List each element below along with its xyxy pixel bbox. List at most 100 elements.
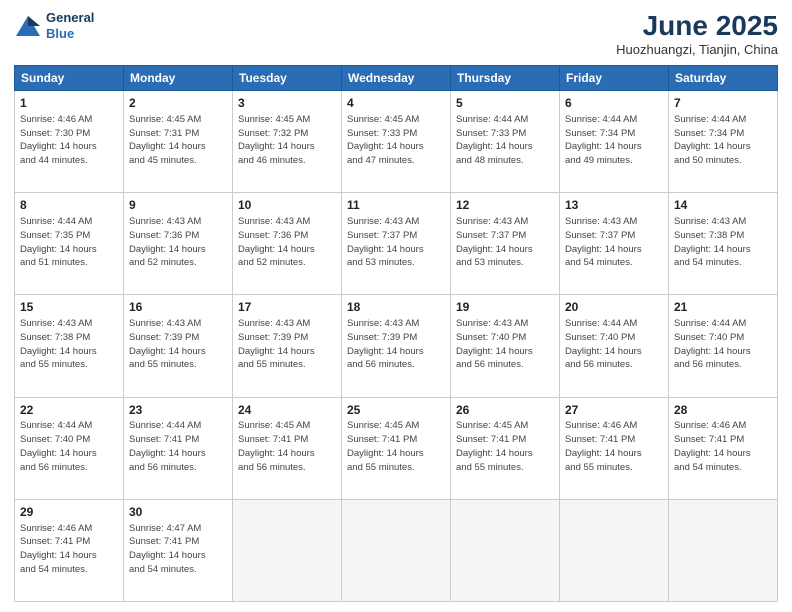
day-number: 18 [347,299,445,316]
day-number: 28 [674,402,772,419]
day-number: 16 [129,299,227,316]
calendar-cell [669,499,778,601]
col-header-thursday: Thursday [451,66,560,91]
day-info: Sunrise: 4:45 AM Sunset: 7:33 PM Dayligh… [347,113,445,168]
calendar-cell: 27Sunrise: 4:46 AM Sunset: 7:41 PM Dayli… [560,397,669,499]
day-number: 10 [238,197,336,214]
day-info: Sunrise: 4:45 AM Sunset: 7:32 PM Dayligh… [238,113,336,168]
day-info: Sunrise: 4:44 AM Sunset: 7:40 PM Dayligh… [674,317,772,372]
day-number: 6 [565,95,663,112]
logo-line2: Blue [46,26,94,42]
day-number: 30 [129,504,227,521]
calendar-body: 1Sunrise: 4:46 AM Sunset: 7:30 PM Daylig… [15,91,778,602]
col-header-sunday: Sunday [15,66,124,91]
calendar-cell: 15Sunrise: 4:43 AM Sunset: 7:38 PM Dayli… [15,295,124,397]
day-info: Sunrise: 4:43 AM Sunset: 7:38 PM Dayligh… [20,317,118,372]
day-number: 5 [456,95,554,112]
day-info: Sunrise: 4:46 AM Sunset: 7:41 PM Dayligh… [20,522,118,577]
day-number: 26 [456,402,554,419]
calendar-cell: 6Sunrise: 4:44 AM Sunset: 7:34 PM Daylig… [560,91,669,193]
day-info: Sunrise: 4:46 AM Sunset: 7:30 PM Dayligh… [20,113,118,168]
day-number: 23 [129,402,227,419]
day-number: 3 [238,95,336,112]
day-info: Sunrise: 4:44 AM Sunset: 7:40 PM Dayligh… [20,419,118,474]
day-info: Sunrise: 4:45 AM Sunset: 7:41 PM Dayligh… [238,419,336,474]
calendar-cell: 28Sunrise: 4:46 AM Sunset: 7:41 PM Dayli… [669,397,778,499]
calendar-cell: 24Sunrise: 4:45 AM Sunset: 7:41 PM Dayli… [233,397,342,499]
calendar-cell: 1Sunrise: 4:46 AM Sunset: 7:30 PM Daylig… [15,91,124,193]
day-number: 2 [129,95,227,112]
day-info: Sunrise: 4:44 AM Sunset: 7:34 PM Dayligh… [565,113,663,168]
calendar-header-row: SundayMondayTuesdayWednesdayThursdayFrid… [15,66,778,91]
col-header-monday: Monday [124,66,233,91]
day-number: 13 [565,197,663,214]
calendar-cell: 14Sunrise: 4:43 AM Sunset: 7:38 PM Dayli… [669,193,778,295]
title-block: June 2025 Huozhuangzi, Tianjin, China [616,10,778,57]
calendar-cell: 9Sunrise: 4:43 AM Sunset: 7:36 PM Daylig… [124,193,233,295]
logo-line1: General [46,10,94,26]
main-title: June 2025 [616,10,778,42]
calendar-cell: 3Sunrise: 4:45 AM Sunset: 7:32 PM Daylig… [233,91,342,193]
day-number: 24 [238,402,336,419]
day-number: 8 [20,197,118,214]
day-number: 15 [20,299,118,316]
day-number: 29 [20,504,118,521]
calendar-cell: 22Sunrise: 4:44 AM Sunset: 7:40 PM Dayli… [15,397,124,499]
day-info: Sunrise: 4:44 AM Sunset: 7:33 PM Dayligh… [456,113,554,168]
subtitle: Huozhuangzi, Tianjin, China [616,42,778,57]
day-info: Sunrise: 4:43 AM Sunset: 7:36 PM Dayligh… [129,215,227,270]
calendar-cell: 10Sunrise: 4:43 AM Sunset: 7:36 PM Dayli… [233,193,342,295]
day-info: Sunrise: 4:45 AM Sunset: 7:41 PM Dayligh… [456,419,554,474]
day-number: 21 [674,299,772,316]
day-info: Sunrise: 4:43 AM Sunset: 7:38 PM Dayligh… [674,215,772,270]
day-info: Sunrise: 4:43 AM Sunset: 7:37 PM Dayligh… [456,215,554,270]
calendar-cell [560,499,669,601]
col-header-wednesday: Wednesday [342,66,451,91]
day-info: Sunrise: 4:43 AM Sunset: 7:39 PM Dayligh… [238,317,336,372]
calendar-week-row: 15Sunrise: 4:43 AM Sunset: 7:38 PM Dayli… [15,295,778,397]
calendar-cell: 19Sunrise: 4:43 AM Sunset: 7:40 PM Dayli… [451,295,560,397]
day-number: 7 [674,95,772,112]
day-info: Sunrise: 4:45 AM Sunset: 7:41 PM Dayligh… [347,419,445,474]
day-number: 17 [238,299,336,316]
calendar-cell [233,499,342,601]
logo-text: General Blue [46,10,94,41]
day-number: 1 [20,95,118,112]
day-number: 20 [565,299,663,316]
calendar-cell: 16Sunrise: 4:43 AM Sunset: 7:39 PM Dayli… [124,295,233,397]
day-info: Sunrise: 4:43 AM Sunset: 7:36 PM Dayligh… [238,215,336,270]
day-number: 12 [456,197,554,214]
day-info: Sunrise: 4:43 AM Sunset: 7:37 PM Dayligh… [565,215,663,270]
calendar-cell: 12Sunrise: 4:43 AM Sunset: 7:37 PM Dayli… [451,193,560,295]
calendar-cell: 29Sunrise: 4:46 AM Sunset: 7:41 PM Dayli… [15,499,124,601]
day-info: Sunrise: 4:44 AM Sunset: 7:41 PM Dayligh… [129,419,227,474]
day-info: Sunrise: 4:44 AM Sunset: 7:34 PM Dayligh… [674,113,772,168]
calendar-table: SundayMondayTuesdayWednesdayThursdayFrid… [14,65,778,602]
calendar-cell: 13Sunrise: 4:43 AM Sunset: 7:37 PM Dayli… [560,193,669,295]
calendar-cell [342,499,451,601]
day-info: Sunrise: 4:46 AM Sunset: 7:41 PM Dayligh… [674,419,772,474]
calendar-cell: 23Sunrise: 4:44 AM Sunset: 7:41 PM Dayli… [124,397,233,499]
calendar-week-row: 29Sunrise: 4:46 AM Sunset: 7:41 PM Dayli… [15,499,778,601]
calendar-cell: 21Sunrise: 4:44 AM Sunset: 7:40 PM Dayli… [669,295,778,397]
calendar-cell: 18Sunrise: 4:43 AM Sunset: 7:39 PM Dayli… [342,295,451,397]
calendar-cell: 2Sunrise: 4:45 AM Sunset: 7:31 PM Daylig… [124,91,233,193]
day-number: 4 [347,95,445,112]
page: General Blue June 2025 Huozhuangzi, Tian… [0,0,792,612]
calendar-cell: 20Sunrise: 4:44 AM Sunset: 7:40 PM Dayli… [560,295,669,397]
calendar-cell: 30Sunrise: 4:47 AM Sunset: 7:41 PM Dayli… [124,499,233,601]
col-header-friday: Friday [560,66,669,91]
logo: General Blue [14,10,94,41]
day-info: Sunrise: 4:43 AM Sunset: 7:39 PM Dayligh… [129,317,227,372]
day-number: 19 [456,299,554,316]
calendar-week-row: 22Sunrise: 4:44 AM Sunset: 7:40 PM Dayli… [15,397,778,499]
calendar-cell: 17Sunrise: 4:43 AM Sunset: 7:39 PM Dayli… [233,295,342,397]
col-header-saturday: Saturday [669,66,778,91]
calendar-cell: 8Sunrise: 4:44 AM Sunset: 7:35 PM Daylig… [15,193,124,295]
calendar-cell: 26Sunrise: 4:45 AM Sunset: 7:41 PM Dayli… [451,397,560,499]
calendar-week-row: 8Sunrise: 4:44 AM Sunset: 7:35 PM Daylig… [15,193,778,295]
day-number: 22 [20,402,118,419]
calendar-cell: 4Sunrise: 4:45 AM Sunset: 7:33 PM Daylig… [342,91,451,193]
day-info: Sunrise: 4:44 AM Sunset: 7:35 PM Dayligh… [20,215,118,270]
day-info: Sunrise: 4:46 AM Sunset: 7:41 PM Dayligh… [565,419,663,474]
